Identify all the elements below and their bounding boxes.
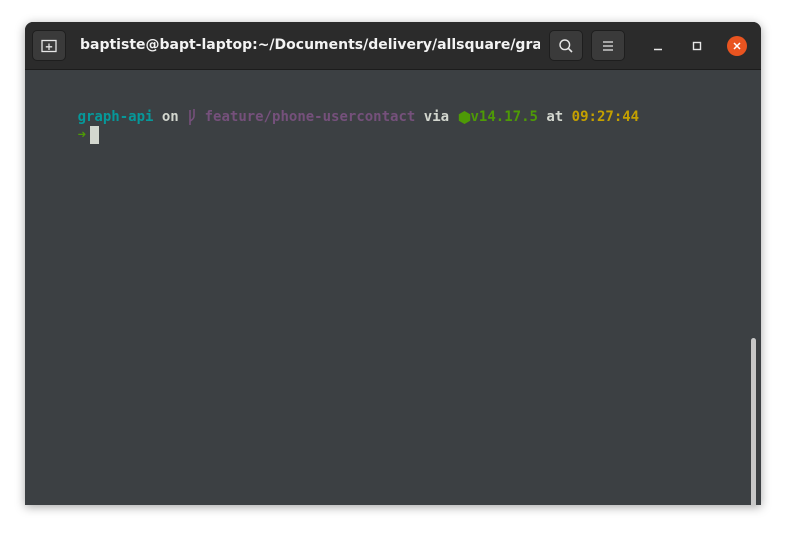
prompt-via-word: via (423, 109, 450, 125)
prompt-on-word: on (161, 109, 179, 125)
title-bar: baptiste@bapt-laptop:~/Documents/deliver… (25, 22, 761, 70)
prompt-line: graph-api on feature/phone-usercontact v… (27, 90, 639, 125)
prompt-time: 09:27:44 (571, 109, 640, 125)
close-icon (733, 42, 741, 50)
search-button[interactable] (549, 30, 583, 61)
new-tab-icon (41, 39, 57, 52)
close-button[interactable] (727, 36, 747, 56)
prompt-node-version: v14.17.5 (470, 109, 538, 125)
prompt-at-word: at (546, 109, 564, 125)
terminal-window: baptiste@bapt-laptop:~/Documents/deliver… (25, 22, 761, 505)
nodejs-hexagon-icon (458, 111, 470, 124)
minimize-icon (654, 48, 662, 51)
minimize-button[interactable] (646, 34, 670, 58)
terminal-body[interactable]: graph-api on feature/phone-usercontact v… (25, 70, 761, 505)
prompt-arrow: ➜ (77, 127, 87, 143)
menu-button[interactable] (591, 30, 625, 61)
new-tab-button[interactable] (32, 30, 66, 61)
maximize-icon (692, 41, 702, 51)
hamburger-menu-icon (603, 40, 613, 51)
window-title: baptiste@bapt-laptop:~/Documents/deliver… (80, 37, 540, 53)
search-icon (559, 38, 573, 53)
scrollbar[interactable] (751, 338, 756, 505)
input-line: ➜ (27, 108, 100, 144)
prompt-branch: feature/phone-usercontact (204, 109, 416, 125)
maximize-button[interactable] (685, 34, 709, 58)
git-branch-icon (189, 109, 195, 125)
text-cursor (90, 126, 100, 144)
